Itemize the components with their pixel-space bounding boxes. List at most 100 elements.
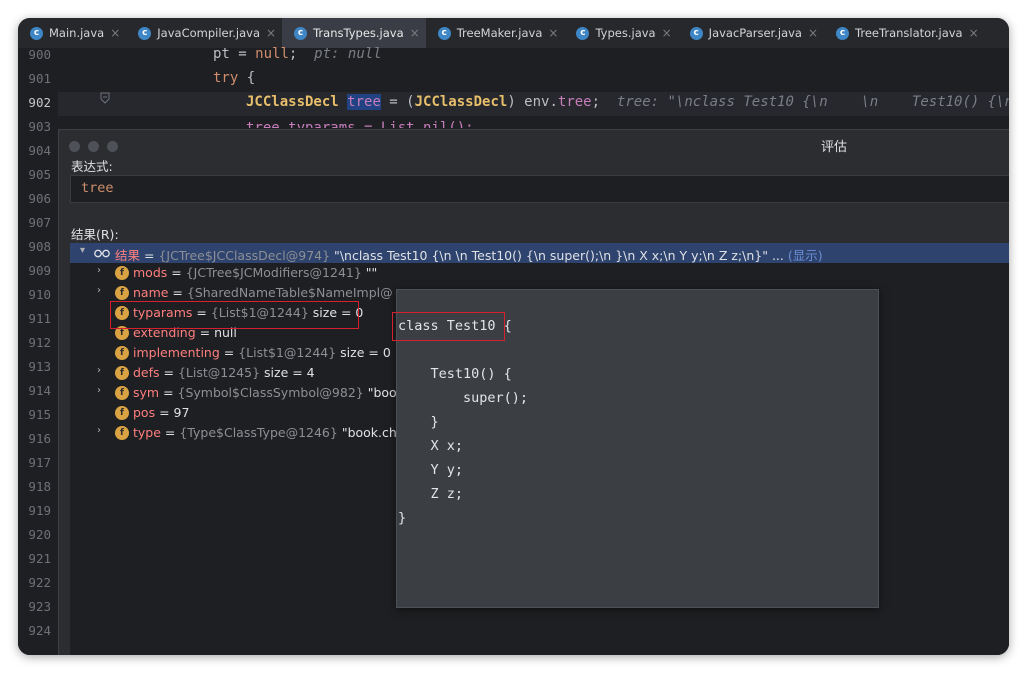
line-number: 914 <box>28 383 51 398</box>
tab-javacompiler-java[interactable]: c JavaCompiler.java × <box>126 18 282 48</box>
field-icon: f <box>115 366 129 380</box>
field-name: name <box>133 285 169 300</box>
field-entry: implementing = {List$1@1244} size = 0 <box>133 345 391 360</box>
field-icon: f <box>115 406 129 420</box>
code-token: ; <box>591 94 617 110</box>
field-name: pos <box>133 405 156 420</box>
line-number: 920 <box>28 527 51 542</box>
tab-label: JavacParser.java <box>708 26 802 40</box>
close-icon[interactable]: × <box>110 26 120 40</box>
code-token: ; <box>288 46 315 62</box>
line-number: 905 <box>28 167 51 182</box>
code-token: ) env. <box>507 94 558 110</box>
tab-label: Main.java <box>49 26 105 40</box>
java-class-icon: c <box>689 26 703 40</box>
field-icon: f <box>115 266 129 280</box>
editor-tab-bar: c Main.java × c JavaCompiler.java × c Tr… <box>18 18 1009 49</box>
field-icon: f <box>115 426 129 440</box>
field-name: type <box>133 425 161 440</box>
tab-label: TreeMaker.java <box>456 26 543 40</box>
object-reference: {List$1@1244} <box>238 345 337 360</box>
line-number: 924 <box>28 623 51 638</box>
code-type: JCClassDecl <box>414 94 508 110</box>
line-number: 919 <box>28 503 51 518</box>
chevron-right-icon[interactable]: › <box>97 365 101 376</box>
zoom-window-button[interactable] <box>107 141 118 152</box>
line-number: 908 <box>28 239 51 254</box>
chevron-right-icon[interactable]: › <box>97 385 101 396</box>
field-value: "book.ch <box>337 425 397 440</box>
line-number: 903 <box>28 119 51 134</box>
tab-transtypes-java[interactable]: c TransTypes.java × <box>282 18 426 48</box>
line-number: 904 <box>28 143 51 158</box>
java-class-icon: c <box>138 26 152 40</box>
fold-marker-icon[interactable] <box>100 92 110 104</box>
result-root-row[interactable]: ▾ 结果 = {JCTree$JCClassDecl@974} "\nclass… <box>70 243 1009 263</box>
typarams-highlight-box <box>110 301 359 329</box>
line-number: 915 <box>28 407 51 422</box>
chevron-right-icon[interactable]: › <box>97 265 101 276</box>
tab-treemaker-java[interactable]: c TreeMaker.java × <box>426 18 565 48</box>
line-number-gutter: 900 901 902 903 904 905 906 907 908 909 … <box>18 47 58 655</box>
line-number: 921 <box>28 551 51 566</box>
field-row-mods[interactable]: › f mods = {JCTree$JCModifiers@1241} "" <box>70 263 1009 283</box>
tab-label: JavaCompiler.java <box>157 26 261 40</box>
code-keyword: null <box>255 46 289 62</box>
code-selected-variable[interactable]: tree <box>347 94 381 110</box>
java-class-icon: c <box>30 26 43 40</box>
chevron-down-icon[interactable]: ▾ <box>80 245 85 256</box>
field-value: "boo <box>363 385 397 400</box>
show-value-link[interactable]: (显示) <box>788 248 823 263</box>
inline-value-hint: pt: null <box>314 46 382 62</box>
close-icon[interactable]: × <box>662 26 672 40</box>
code-line-900: pt = null; pt: null <box>213 46 382 62</box>
code-token: pt = <box>213 46 256 62</box>
expression-label: 表达式: <box>71 159 113 174</box>
string-value-popup: class Test10 { Test10() { super(); } X x… <box>392 289 879 608</box>
expression-value: tree <box>81 180 114 196</box>
code-keyword: try <box>213 70 239 86</box>
field-value: size = 0 <box>336 345 391 360</box>
tab-javacparser-java[interactable]: c JavacParser.java × <box>678 18 824 48</box>
line-number: 912 <box>28 335 51 350</box>
close-icon[interactable]: × <box>410 26 420 40</box>
string-value: \nclass Test10 {\n \n Test10() {\n super… <box>339 248 763 263</box>
result-label: 结果(R): <box>71 227 119 242</box>
result-name: 结果 <box>115 248 141 263</box>
java-class-icon: c <box>294 26 308 40</box>
minimize-window-button[interactable] <box>88 141 99 152</box>
line-number: 910 <box>28 287 51 302</box>
line-number: 917 <box>28 455 51 470</box>
chevron-right-icon[interactable]: › <box>97 425 101 436</box>
tab-main-java[interactable]: c Main.java × <box>18 18 126 48</box>
code-line-902: JCClassDecl tree = (JCClassDecl) env.tre… <box>246 94 1009 110</box>
field-entry: sym = {Symbol$ClassSymbol@982} "boo <box>133 385 397 400</box>
string-quote: " <box>330 248 340 263</box>
line-number: 913 <box>28 359 51 374</box>
tab-label: TreeTranslator.java <box>855 26 963 40</box>
tab-types-java[interactable]: c Types.java × <box>564 18 677 48</box>
close-icon[interactable]: × <box>969 26 979 40</box>
object-reference: {List@1245} <box>177 365 261 380</box>
close-icon[interactable]: × <box>808 26 818 40</box>
close-icon[interactable]: × <box>548 26 558 40</box>
field-name: mods <box>133 265 168 280</box>
code-token: = ( <box>380 94 415 110</box>
line-number: 916 <box>28 431 51 446</box>
field-value: size = 4 <box>260 365 315 380</box>
close-icon[interactable]: × <box>266 26 276 40</box>
field-entry: pos = 97 <box>133 405 190 420</box>
close-window-button[interactable] <box>69 141 80 152</box>
popup-value-text: class Test10 { Test10() { super(); } X x… <box>398 318 529 526</box>
line-number: 906 <box>28 191 51 206</box>
watch-glasses-icon <box>94 249 110 258</box>
inline-value-hint: tree: "\nclass Test10 {\n \n Test10() {\… <box>616 94 1009 110</box>
chevron-right-icon[interactable]: › <box>97 285 101 296</box>
field-entry: type = {Type$ClassType@1246} "book.ch <box>133 425 397 440</box>
line-number: 907 <box>28 215 51 230</box>
expression-input[interactable]: tree <box>70 175 1009 203</box>
line-number: 902 <box>28 95 51 110</box>
code-token: tree.typarams = List.nil(); <box>246 120 474 128</box>
tab-treetranslator-java[interactable]: c TreeTranslator.java × <box>824 18 985 48</box>
field-name: sym <box>133 385 160 400</box>
